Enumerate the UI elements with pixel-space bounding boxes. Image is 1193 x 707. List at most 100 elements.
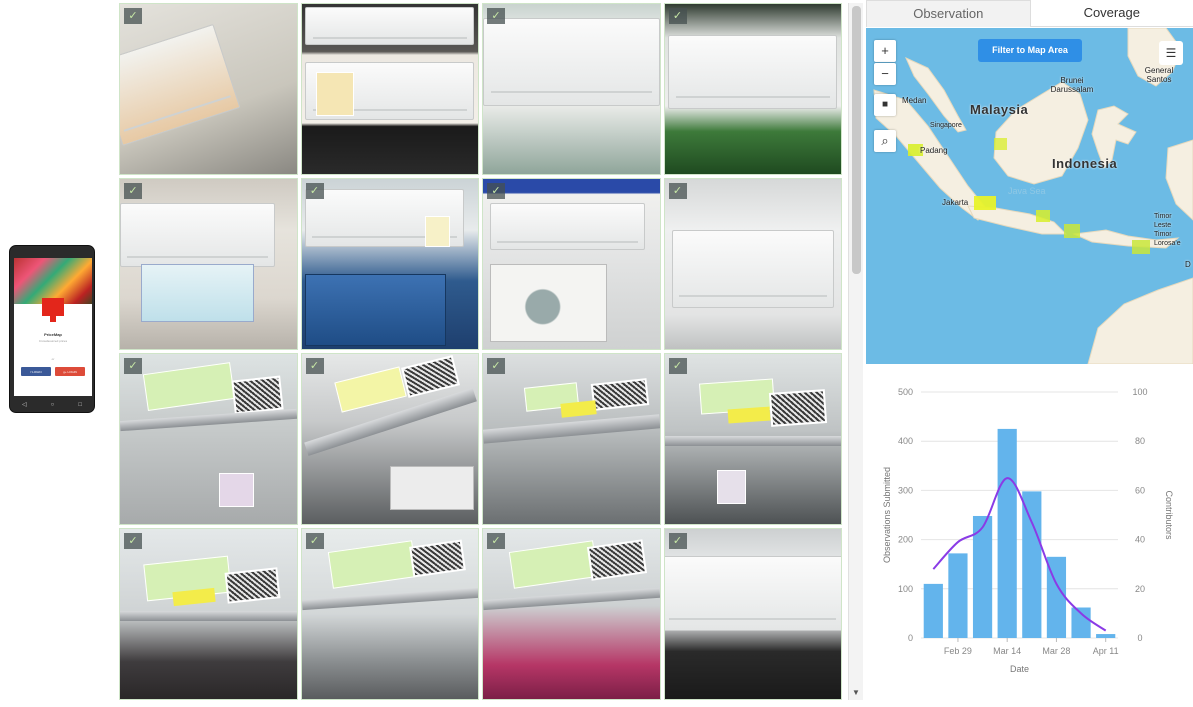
photo-tile[interactable]: ✓ <box>300 528 479 700</box>
map-label-padang: Padang <box>920 146 948 155</box>
checkbox-checked-icon[interactable]: ✓ <box>124 533 142 549</box>
map-label-timor-leste: Timor Leste Timor Lorosa'e <box>1154 213 1181 247</box>
checkbox-checked-icon[interactable]: ✓ <box>487 183 505 199</box>
map-label-edge: D <box>1185 260 1191 269</box>
y-axis-title: Observations Submitted <box>882 467 892 563</box>
checkbox-checked-icon[interactable]: ✓ <box>124 183 142 199</box>
photo-tile[interactable]: ✓ <box>300 353 479 525</box>
checkbox-checked-icon[interactable]: ✓ <box>124 358 142 374</box>
filter-to-map-area-button[interactable]: Filter to Map Area <box>978 39 1082 62</box>
photo-tile[interactable]: ✓ <box>663 528 842 700</box>
coverage-map[interactable]: + − ■ ⌕ Filter to Map Area ☰ Medan Malay… <box>866 28 1193 364</box>
checkbox-checked-icon[interactable]: ✓ <box>487 358 505 374</box>
x-tick-label: Mar 14 <box>993 646 1021 656</box>
y2-tick-label: 60 <box>1135 485 1145 495</box>
photo-tile[interactable]: ✓ <box>119 3 298 175</box>
y-tick-label: 500 <box>898 387 913 397</box>
photo-tile[interactable]: ✓ <box>663 3 842 175</box>
photo-content <box>305 7 475 45</box>
checkbox-checked-icon[interactable]: ✓ <box>668 183 687 199</box>
x-tick-label: Feb 29 <box>944 646 972 656</box>
photo-content <box>400 354 460 398</box>
photo-tile[interactable]: ✓ <box>300 178 479 350</box>
phone-screen: PriceMap Crowdsourced prices or f LOGIN … <box>14 258 92 396</box>
photo-tile[interactable]: ✓ <box>482 528 661 700</box>
checkbox-checked-icon[interactable]: ✓ <box>305 183 324 199</box>
coverage-chart: 0 100 200 300 400 500 0 20 40 60 80 100 Feb 29 Mar 14… <box>866 370 1193 707</box>
photo-tile[interactable]: ✓ <box>119 178 298 350</box>
chart-bar <box>923 583 943 638</box>
photo-tile[interactable]: ✓ <box>119 353 298 525</box>
y2-tick-label: 0 <box>1137 633 1142 643</box>
checkbox-checked-icon[interactable]: ✓ <box>668 8 687 24</box>
x-tick-label: Mar 28 <box>1042 646 1070 656</box>
photo-content <box>671 230 834 309</box>
photo-tile[interactable]: ✓ <box>482 3 661 175</box>
chart-bar <box>997 428 1017 638</box>
y2-tick-label: 100 <box>1132 387 1147 397</box>
map-label-java-sea: Java Sea <box>1008 186 1046 196</box>
back-icon[interactable]: ◁ <box>22 401 27 408</box>
photo-content <box>231 375 285 415</box>
map-label-brunei: Brunei Darussalam <box>1050 76 1094 94</box>
x-tick-label: Apr 11 <box>1093 646 1119 656</box>
y-tick-label: 100 <box>898 584 913 594</box>
photo-content <box>717 469 746 504</box>
square-select-button[interactable]: ■ <box>874 94 896 116</box>
photo-tile[interactable]: ✓ <box>663 353 842 525</box>
layers-icon[interactable]: ☰ <box>1159 41 1183 65</box>
panel-tabs: Observation Coverage <box>866 0 1193 27</box>
tab-coverage[interactable]: Coverage <box>1030 0 1193 27</box>
photo-content <box>409 539 466 577</box>
recents-icon[interactable]: □ <box>78 402 82 408</box>
photo-tile[interactable]: ✓ <box>119 528 298 700</box>
photo-content <box>172 588 216 606</box>
photo-content <box>668 34 838 110</box>
right-panel: Observation Coverage + − ■ ⌕ Filter to M… <box>866 0 1193 707</box>
checkbox-checked-icon[interactable]: ✓ <box>487 8 505 24</box>
google-login-button[interactable]: g+ LOGIN <box>55 367 85 376</box>
y2-tick-label: 40 <box>1135 535 1145 545</box>
phone-or-label: or <box>51 357 55 361</box>
photo-content <box>509 540 599 590</box>
photo-content <box>482 587 660 610</box>
x-axis-title: Date <box>1010 664 1029 674</box>
chart-bar <box>1096 634 1116 638</box>
map-label-jakarta: Jakarta <box>942 198 969 207</box>
grid-scrollbar[interactable]: ▼ <box>848 3 863 700</box>
y2-tick-label: 80 <box>1135 436 1145 446</box>
photo-content <box>664 556 842 631</box>
scrollbar-thumb[interactable] <box>852 6 861 274</box>
scroll-down-icon[interactable]: ▼ <box>852 688 860 697</box>
zoom-in-button[interactable]: + <box>874 40 896 62</box>
phone-mockup: PriceMap Crowdsourced prices or f LOGIN … <box>9 245 95 413</box>
checkbox-checked-icon[interactable]: ✓ <box>668 533 687 549</box>
checkbox-checked-icon[interactable]: ✓ <box>124 8 142 24</box>
zoom-out-button[interactable]: − <box>874 63 896 85</box>
photo-tile[interactable]: ✓ <box>663 178 842 350</box>
checkbox-checked-icon[interactable]: ✓ <box>668 358 687 374</box>
checkbox-checked-icon[interactable]: ✓ <box>487 533 505 549</box>
facebook-login-button[interactable]: f LOGIN <box>21 367 51 376</box>
photo-content <box>482 414 660 444</box>
photo-content <box>425 216 450 247</box>
photo-tile[interactable] <box>300 3 479 175</box>
photo-content <box>305 274 447 346</box>
y-tick-label: 200 <box>898 535 913 545</box>
photo-tile[interactable]: ✓ <box>482 178 661 350</box>
home-icon[interactable]: ○ <box>51 402 55 408</box>
y2-tick-label: 20 <box>1135 584 1145 594</box>
photo-content <box>664 435 841 446</box>
phone-app-subtitle: Crowdsourced prices <box>38 339 68 343</box>
y-tick-label: 0 <box>908 633 913 643</box>
photo-tile[interactable]: ✓ <box>482 353 661 525</box>
photo-content <box>120 202 276 268</box>
photo-content <box>218 473 255 507</box>
checkbox-checked-icon[interactable]: ✓ <box>305 533 324 549</box>
tab-observation[interactable]: Observation <box>866 0 1031 27</box>
chart-bar <box>1022 491 1042 638</box>
checkbox-checked-icon[interactable]: ✓ <box>305 358 324 374</box>
search-button[interactable]: ⌕ <box>874 130 896 152</box>
map-label-general-santos: General Santos <box>1144 66 1174 84</box>
map-label-malaysia: Malaysia <box>970 102 1029 117</box>
